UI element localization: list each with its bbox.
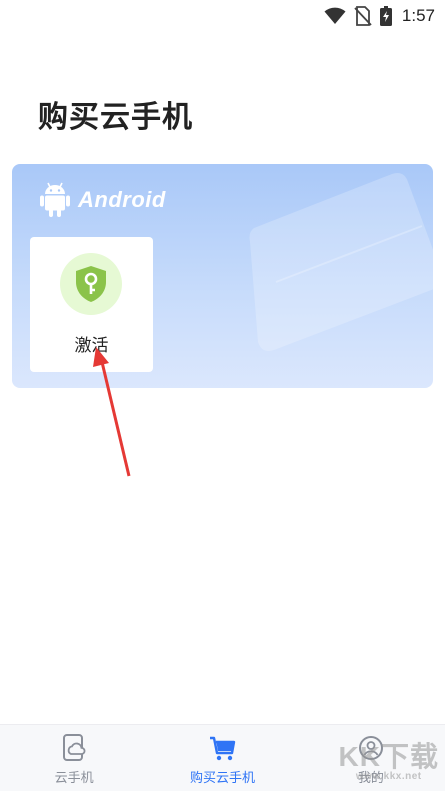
- watermark: KK下载 www.kkx.net: [339, 735, 439, 782]
- android-card: Android 激活: [12, 164, 433, 388]
- battery-charging-icon: [379, 6, 392, 26]
- nav-label: 购买云手机: [189, 771, 255, 786]
- nav-label: 云手机: [54, 771, 94, 786]
- screen: 1:57 购买云手机 Android 激活 云手机 购买云手机 我的 KK下载 …: [0, 0, 445, 791]
- nav-item-buy-cloud-phone[interactable]: 购买云手机: [148, 725, 296, 791]
- shield-key-icon: [76, 266, 106, 302]
- cart-icon: [208, 734, 236, 762]
- android-header: Android: [40, 182, 166, 218]
- activate-label: 激活: [74, 336, 109, 356]
- android-robot-icon: [40, 182, 70, 217]
- android-label: Android: [78, 187, 166, 212]
- cloud-phone-icon: [60, 734, 88, 762]
- status-icons: 1:57: [324, 5, 435, 27]
- watermark-text: KK下载: [338, 741, 439, 772]
- page-title: 购买云手机: [38, 100, 193, 135]
- activate-icon-circle: [60, 253, 122, 315]
- nav-item-cloud-phone[interactable]: 云手机: [0, 725, 148, 791]
- activate-button[interactable]: 激活: [30, 237, 153, 372]
- status-time: 1:57: [401, 6, 435, 25]
- wifi-icon: [324, 7, 346, 24]
- card-decoration-icon: [249, 173, 433, 351]
- status-bar: 1:57: [0, 0, 445, 32]
- no-sim-icon: [354, 6, 372, 26]
